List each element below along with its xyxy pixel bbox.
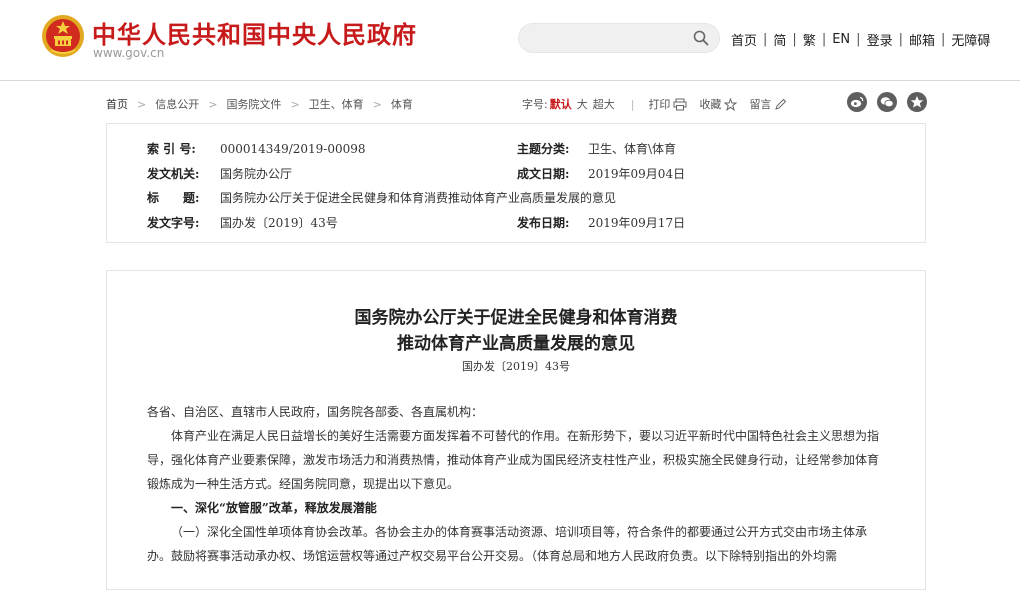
font-size-large[interactable]: 大 [577,96,588,112]
nav-english[interactable]: EN [832,32,850,47]
site-domain: www.gov.cn [93,46,165,60]
nav-traditional[interactable]: 繁 [803,30,816,49]
meta-published-value: 2019年09月17日 [588,216,686,230]
meta-docno: 发文字号: 国办发〔2019〕43号 [147,214,338,231]
site-title[interactable]: 中华人民共和国中央人民政府 [92,15,417,50]
weibo-icon [850,96,864,108]
search-box [518,23,720,53]
meta-issuer-label: 发文机关: [147,167,200,181]
weibo-share-button[interactable] [847,92,867,112]
site-header: 中华人民共和国中央人民政府 www.gov.cn 首页 | 简 | 繁 | EN… [0,0,1020,81]
nav-accessibility[interactable]: 无障碍 [951,30,990,49]
nav-separator: | [856,32,861,47]
nav-separator: | [763,32,768,47]
article-body: 国务院办公厅关于促进全民健身和体育消费 推动体育产业高质量发展的意见 国办发〔2… [106,270,926,590]
breadcrumb: 首页 > 信息公开 > 国务院文件 > 卫生、体育 > 体育 [106,96,413,112]
meta-index-value: 000014349/2019-00098 [220,142,366,156]
meta-topic-value: 卫生、体育\体育 [588,142,677,156]
meta-published-date: 发布日期: 2019年09月17日 [517,214,685,231]
meta-written-label: 成文日期: [517,167,570,181]
nav-mailbox[interactable]: 邮箱 [909,30,935,49]
meta-title-value: 国务院办公厅关于促进全民健身和体育消费推动体育产业高质量发展的意见 [220,191,617,205]
nav-simplified[interactable]: 简 [773,30,786,49]
meta-docno-value: 国办发〔2019〕43号 [220,216,338,230]
breadcrumb-home[interactable]: 首页 [106,96,128,112]
search-icon[interactable] [693,30,709,46]
article-title-line1: 国务院办公厅关于促进全民健身和体育消费 [354,308,678,328]
nav-separator: | [792,32,797,47]
meta-written-date: 成文日期: 2019年09月04日 [517,165,685,182]
comment-button[interactable]: 留言 [749,96,787,112]
print-label: 打印 [648,98,671,111]
nav-home[interactable]: 首页 [731,30,757,49]
meta-title-label: 标 题: [147,191,200,205]
top-nav: 首页 | 简 | 繁 | EN | 登录 | 邮箱 | 无障碍 [731,30,990,49]
meta-written-value: 2019年09月04日 [588,167,686,181]
meta-docno-label: 发文字号: [147,216,200,230]
meta-issuer-value: 国务院办公厅 [220,167,293,181]
meta-topic-label: 主题分类: [517,142,570,156]
article-doc-number: 国办发〔2019〕43号 [462,360,570,373]
article-toolbar: 字号: 默认 大 超大 | 打印 收藏 留言 [522,96,799,112]
national-emblem-icon[interactable] [41,14,85,58]
favorite-label: 收藏 [699,98,722,111]
meta-topic: 主题分类: 卫生、体育\体育 [517,140,676,157]
breadcrumb-arrow: > [372,97,382,111]
breadcrumb-info-disclosure[interactable]: 信息公开 [155,96,199,112]
qzone-icon [910,96,924,108]
breadcrumb-sports[interactable]: 体育 [391,96,413,112]
wechat-share-button[interactable] [877,92,897,112]
font-size-default[interactable]: 默认 [550,96,572,112]
print-button[interactable]: 打印 [648,96,687,112]
meta-title: 标 题: 国务院办公厅关于促进全民健身和体育消费推动体育产业高质量发展的意见 [147,189,616,206]
breadcrumb-arrow: > [290,97,300,111]
toolbar-divider: | [630,97,635,111]
nav-separator: | [821,32,827,47]
article-paragraph: 体育产业在满足人民日益增长的美好生活需要方面发挥着不可替代的作用。在新形势下，要… [147,429,880,491]
meta-issuer: 发文机关: 国务院办公厅 [147,165,292,182]
meta-index: 索 引 号: 000014349/2019-00098 [147,140,366,157]
search-input[interactable] [531,29,695,49]
pencil-icon [775,98,787,110]
comment-label: 留言 [749,98,772,111]
favorite-button[interactable]: 收藏 [699,96,738,112]
nav-login[interactable]: 登录 [867,30,893,49]
nav-separator: | [898,32,903,47]
document-metadata: 索 引 号: 000014349/2019-00098 主题分类: 卫生、体育\体育… [106,123,926,243]
article-salutation: 各省、自治区、直辖市人民政府，国务院各部委、各直属机构： [147,405,484,419]
meta-published-label: 发布日期: [517,216,570,230]
qzone-share-button[interactable] [907,92,927,112]
nav-separator: | [940,32,946,47]
printer-icon [673,98,687,110]
article-paragraph: （一）深化全国性单项体育协会改革。各协会主办的体育赛事活动资源、培训项目等，符合… [147,525,868,563]
wechat-icon [880,97,894,108]
breadcrumb-arrow: > [208,97,218,111]
breadcrumb-state-council-docs[interactable]: 国务院文件 [226,96,281,112]
article-title-line2: 推动体育产业高质量发展的意见 [397,334,635,354]
font-size-xlarge[interactable]: 超大 [593,96,615,112]
meta-index-label: 索 引 号: [147,142,196,156]
breadcrumb-arrow: > [137,97,147,111]
article-section-heading: 一、深化“放管服”改革，释放发展潜能 [171,501,377,515]
star-icon [724,97,738,111]
font-size-label: 字号: [522,98,548,111]
breadcrumb-health-sports[interactable]: 卫生、体育 [309,96,364,112]
